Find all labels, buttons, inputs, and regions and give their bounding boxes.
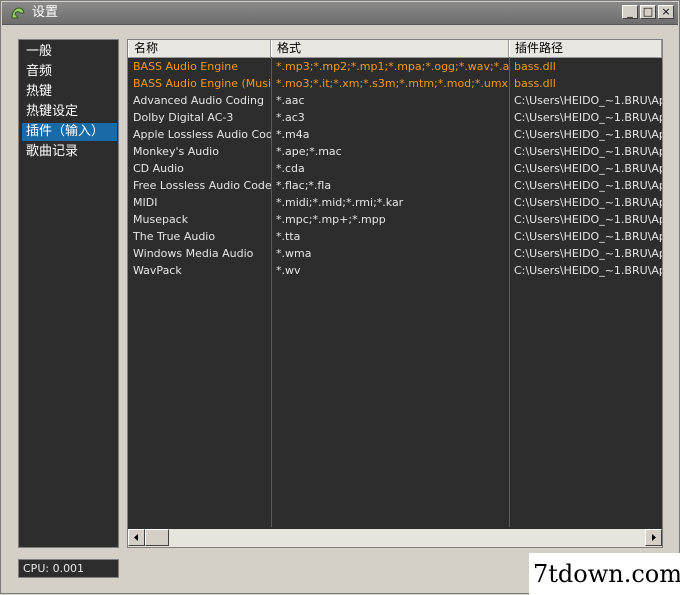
table-row[interactable]: BASS Audio Engine (Music) *.mo3;*.it;*.xm… <box>128 75 662 92</box>
sidebar-item-audio[interactable]: 音频 <box>22 63 117 81</box>
cell-plugin-path: C:\Users\HEIDO_~1.BRU\AppD <box>514 162 662 175</box>
cell-format: *.mpc;*.mp+;*.mpp <box>276 213 386 226</box>
sidebar-item-general[interactable]: 一般 <box>22 43 117 61</box>
table-row[interactable]: The True Audio *.tta C:\Users\HEIDO_~1.BRU… <box>128 228 662 245</box>
table-row[interactable]: CD Audio *.cda C:\Users\HEIDO_~1.BRU\AppD <box>128 160 662 177</box>
column-header-name[interactable]: 名称 <box>128 40 271 57</box>
cell-format: *.wma <box>276 247 312 260</box>
sidebar-item-input-plugins[interactable]: 插件（输入） <box>22 123 117 141</box>
watermark: 7tdown.com <box>529 553 680 595</box>
arrow-right-icon <box>652 534 656 541</box>
settings-sidebar: 一般 音频 热键 热键设定 插件（输入） 歌曲记录 <box>18 39 119 548</box>
sidebar-item-song-history[interactable]: 歌曲记录 <box>22 143 117 161</box>
cell-format: *.aac <box>276 94 305 107</box>
cell-name: Apple Lossless Audio Codec <box>133 128 271 141</box>
scrollbar-thumb[interactable] <box>145 529 169 546</box>
table-row[interactable]: Dolby Digital AC-3 *.ac3 C:\Users\HEIDO_~1… <box>128 109 662 126</box>
cell-format: *.tta <box>276 230 301 243</box>
cell-plugin-path: C:\Users\HEIDO_~1.BRU\AppD <box>514 94 662 107</box>
table-row[interactable]: MIDI *.midi;*.mid;*.rmi;*.kar C:\Users\HEI… <box>128 194 662 211</box>
settings-window: 设置 _ □ × 一般 音频 热键 热键设定 插件（输入） 歌曲记录 CPU: … <box>0 0 680 595</box>
cell-plugin-path: C:\Users\HEIDO_~1.BRU\AppD <box>514 179 662 192</box>
column-header-format[interactable]: 格式 <box>271 40 509 57</box>
maximize-button[interactable]: □ <box>640 5 656 19</box>
minimize-icon: _ <box>627 5 633 18</box>
scroll-right-button[interactable] <box>645 529 662 546</box>
cpu-usage-status: CPU: 0.001 <box>18 559 119 578</box>
cell-name: Free Lossless Audio Codec <box>133 179 271 192</box>
cell-name: The True Audio <box>133 230 216 243</box>
title-bar[interactable]: 设置 _ □ × <box>2 2 678 25</box>
table-row[interactable]: Apple Lossless Audio Codec *.m4a C:\Users\… <box>128 126 662 143</box>
cell-format: *.cda <box>276 162 305 175</box>
window-title: 设置 <box>32 5 59 20</box>
cell-plugin-path: C:\Users\HEIDO_~1.BRU\AppD <box>514 230 662 243</box>
cell-format: *.flac;*.fla <box>276 179 332 192</box>
cell-name: Dolby Digital AC-3 <box>133 111 234 124</box>
close-icon: × <box>661 5 671 18</box>
arrow-left-icon <box>134 534 138 541</box>
plugin-list[interactable]: 名称 格式 插件路径 BASS Audio Engine *.mp3;*.mp2;… <box>127 39 663 548</box>
list-header: 名称 格式 插件路径 <box>128 40 662 58</box>
table-row[interactable]: Windows Media Audio *.wma C:\Users\HEIDO_~… <box>128 245 662 262</box>
table-row[interactable]: WavPack *.wv C:\Users\HEIDO_~1.BRU\AppD <box>128 262 662 279</box>
cell-plugin-path: C:\Users\HEIDO_~1.BRU\AppD <box>514 111 662 124</box>
cell-name: Windows Media Audio <box>133 247 254 260</box>
cell-name: BASS Audio Engine <box>133 60 238 73</box>
cell-name: CD Audio <box>133 162 184 175</box>
cell-name: MIDI <box>133 196 158 209</box>
maximize-icon: □ <box>642 5 654 18</box>
cell-plugin-path: C:\Users\HEIDO_~1.BRU\AppD <box>514 145 662 158</box>
cell-name: Musepack <box>133 213 189 226</box>
cell-format: *.ac3 <box>276 111 305 124</box>
table-row[interactable]: Free Lossless Audio Codec *.flac;*.fla C:\… <box>128 177 662 194</box>
cell-name: BASS Audio Engine (Music) <box>133 77 271 90</box>
cell-plugin-path: C:\Users\HEIDO_~1.BRU\AppD <box>514 247 662 260</box>
cell-plugin-path: bass.dll <box>514 77 556 90</box>
cell-format: *.mo3;*.it;*.xm;*.s3m;*.mtm;*.mod;*.umx <box>276 77 509 90</box>
cell-format: *.mp3;*.mp2;*.mp1;*.mpa;*.ogg;*.wav;*.ai… <box>276 60 509 73</box>
cell-plugin-path: bass.dll <box>514 60 556 73</box>
cell-format: *.wv <box>276 264 301 277</box>
scroll-left-button[interactable] <box>128 529 145 546</box>
app-icon <box>11 7 25 19</box>
cell-plugin-path: C:\Users\HEIDO_~1.BRU\AppD <box>514 213 662 226</box>
cell-plugin-path: C:\Users\HEIDO_~1.BRU\AppD <box>514 196 662 209</box>
cell-plugin-path: C:\Users\HEIDO_~1.BRU\AppD <box>514 264 662 277</box>
sidebar-item-hotkey-settings[interactable]: 热键设定 <box>22 103 117 121</box>
column-header-plugin-path[interactable]: 插件路径 <box>509 40 662 57</box>
table-row[interactable]: BASS Audio Engine *.mp3;*.mp2;*.mp1;*.mpa… <box>128 58 662 75</box>
close-button[interactable]: × <box>658 5 674 19</box>
cell-format: *.m4a <box>276 128 310 141</box>
horizontal-scrollbar[interactable] <box>128 529 662 547</box>
table-row[interactable]: Advanced Audio Coding *.aac C:\Users\HEIDO… <box>128 92 662 109</box>
table-row[interactable]: Musepack *.mpc;*.mp+;*.mpp C:\Users\HEIDO_… <box>128 211 662 228</box>
cell-name: WavPack <box>133 264 182 277</box>
sidebar-item-hotkeys[interactable]: 热键 <box>22 83 117 101</box>
cell-format: *.midi;*.mid;*.rmi;*.kar <box>276 196 404 209</box>
cell-plugin-path: C:\Users\HEIDO_~1.BRU\AppD <box>514 128 662 141</box>
cell-name: Monkey's Audio <box>133 145 219 158</box>
cell-format: *.ape;*.mac <box>276 145 342 158</box>
minimize-button[interactable]: _ <box>622 5 638 19</box>
cell-name: Advanced Audio Coding <box>133 94 264 107</box>
table-row[interactable]: Monkey's Audio *.ape;*.mac C:\Users\HEIDO_… <box>128 143 662 160</box>
